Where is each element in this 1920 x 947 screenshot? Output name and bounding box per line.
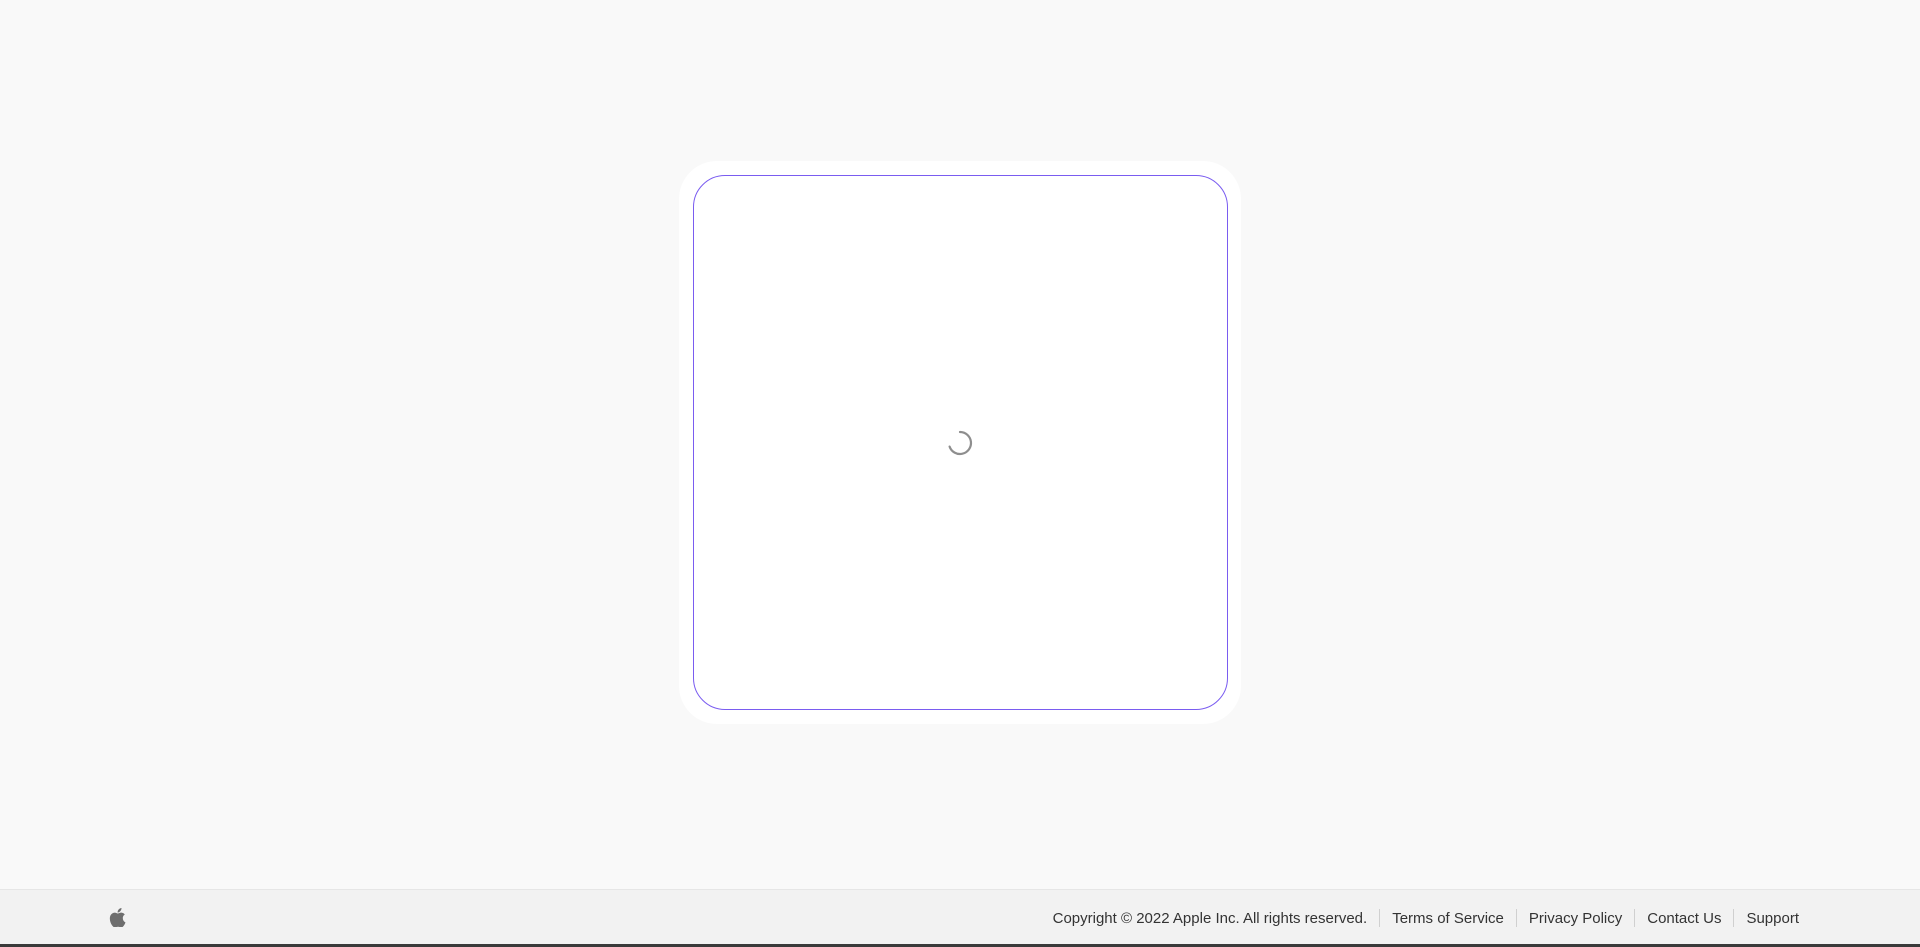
- contact-us-link[interactable]: Contact Us: [1635, 910, 1733, 927]
- copyright-text: Copyright © 2022 Apple Inc. All rights r…: [1052, 909, 1368, 927]
- privacy-policy-link[interactable]: Privacy Policy: [1517, 910, 1634, 927]
- footer-links: Copyright © 2022 Apple Inc. All rights r…: [1053, 908, 1799, 928]
- main-content: [0, 0, 1920, 889]
- spinner-icon: [948, 430, 973, 456]
- page: Copyright © 2022 Apple Inc. All rights r…: [0, 0, 1920, 947]
- apple-logo-icon[interactable]: [109, 908, 126, 927]
- support-link[interactable]: Support: [1734, 910, 1799, 927]
- terms-of-service-link[interactable]: Terms of Service: [1380, 910, 1516, 927]
